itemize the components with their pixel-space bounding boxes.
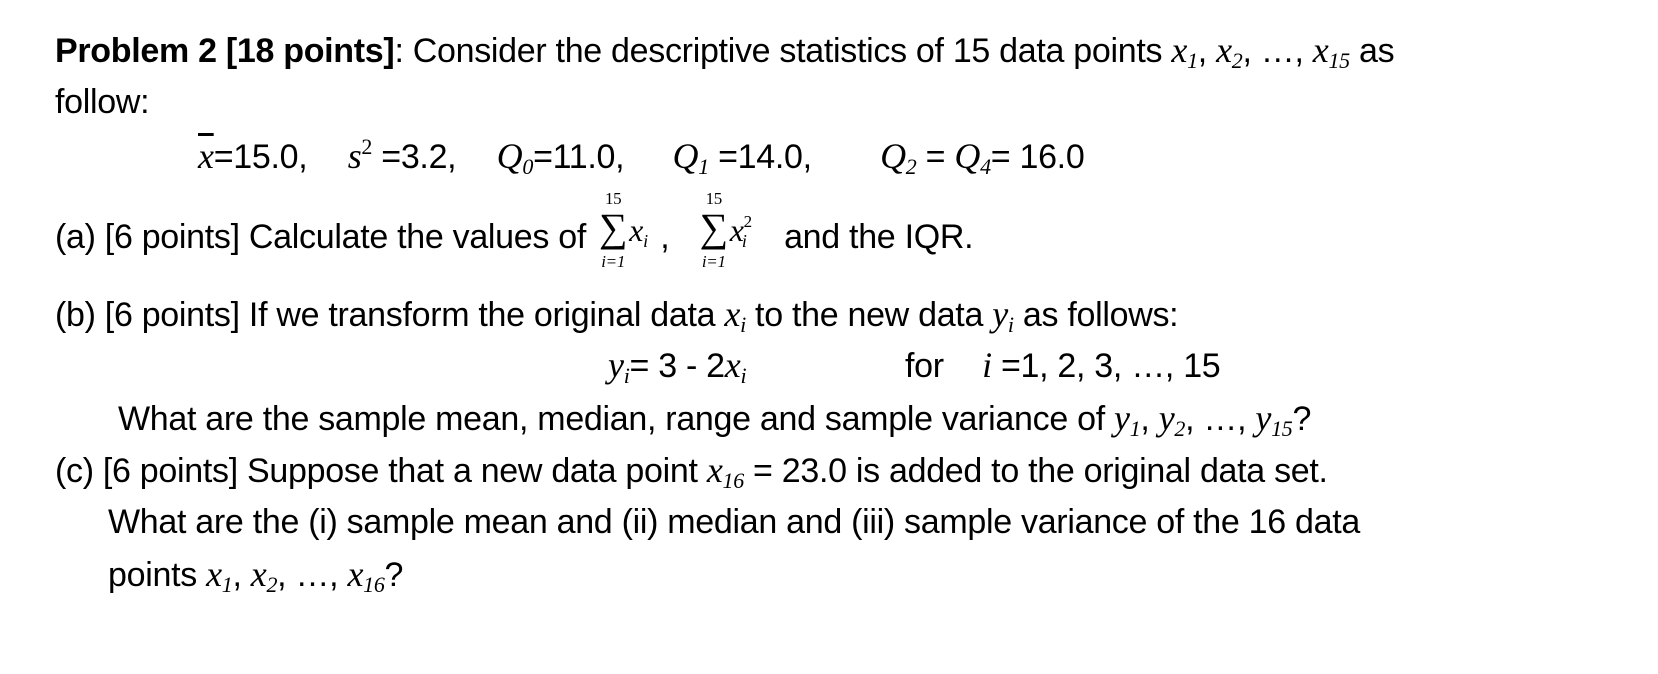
- index-var: i: [982, 345, 992, 385]
- var-x16-end: x16: [347, 554, 385, 597]
- part-c-line: (c) [6 points] Suppose that a new data p…: [55, 450, 1328, 493]
- index-values: =1, 2, 3, …, 15: [991, 347, 1221, 385]
- separator: , …,: [1185, 400, 1256, 438]
- stat-q0: Q0=11.0,: [496, 136, 625, 179]
- intro-text: : Consider the descriptive statistics of…: [394, 32, 1172, 70]
- problem-intro-line: Problem 2 [18 points]: Consider the desc…: [55, 30, 1395, 73]
- for-label: for: [905, 347, 944, 385]
- part-b-line: (b) [6 points] If we transform the origi…: [55, 294, 1179, 337]
- index-range: for i =1, 2, 3, …, 15: [905, 345, 1221, 386]
- intro-follow: follow:: [55, 83, 150, 121]
- part-a-label: (a) [6 points] Calculate the values of: [55, 217, 596, 256]
- part-a-tail: and the IQR.: [784, 217, 974, 256]
- var-xi: xi: [724, 294, 746, 337]
- separator: ,: [1140, 400, 1159, 438]
- var-y15: y15: [1255, 398, 1293, 441]
- part-b-label: (b) [6 points] If we transform the origi…: [55, 296, 725, 334]
- intro-var-x1: x1: [1171, 30, 1198, 73]
- sum-term: xi: [629, 212, 648, 251]
- sum-lower-limit: i=1: [601, 252, 626, 271]
- problem-title: Problem 2 [18 points]: [55, 32, 395, 70]
- part-b-mid: to the new data: [745, 296, 993, 334]
- var-x16: x16: [706, 450, 744, 493]
- part-c-question-line-1: What are the (i) sample mean and (ii) me…: [108, 502, 1360, 542]
- sum-xi-squared: 15 ∑ x2i i=1: [696, 188, 753, 271]
- part-b-question: What are the sample mean, median, range …: [118, 398, 1312, 441]
- stat-variance: s2 =3.2,: [347, 134, 457, 177]
- question-mark: ?: [384, 556, 404, 594]
- stat-mean: x=15.0,: [198, 136, 308, 176]
- part-a-line: (a) [6 points] Calculate the values of 1…: [55, 190, 974, 270]
- part-b-question-text: What are the sample mean, median, range …: [118, 400, 1114, 438]
- sigma-icon: ∑: [599, 205, 628, 250]
- separator: ,: [1197, 32, 1217, 70]
- sum-xi: 15 ∑ xi i=1: [595, 188, 651, 271]
- formula-rhs: = 3 - 2: [629, 347, 726, 385]
- separator: ,: [232, 556, 251, 594]
- var-x1: x1: [206, 554, 233, 597]
- var-y2: y2: [1158, 398, 1186, 441]
- separator: , …,: [1242, 32, 1313, 70]
- statistics-line: x=15.0, s2 =3.2, Q0=11.0, Q1 =14.0, Q2 =…: [198, 134, 1085, 179]
- part-c-question-text: What are the (i) sample mean and (ii) me…: [108, 503, 1361, 541]
- transformation-formula: yi= 3 - 2xi: [608, 345, 747, 388]
- part-c-label: (c) [6 points] Suppose that a new data p…: [55, 452, 707, 490]
- sum-lower-limit: i=1: [701, 252, 726, 271]
- part-c-new-value: = 23.0 is added to the original data set…: [743, 452, 1328, 490]
- part-c-points-label: points: [108, 556, 207, 594]
- part-c-question-line-2: points x1, x2, …, x16?: [108, 554, 404, 597]
- intro-tail: as: [1349, 32, 1395, 70]
- formula-lhs: yi: [608, 345, 630, 388]
- problem-intro-line-2: follow:: [55, 82, 150, 122]
- separator: ,: [651, 217, 670, 256]
- separator: , …,: [277, 556, 348, 594]
- var-x2: x2: [250, 554, 278, 597]
- var-y1: y1: [1114, 398, 1141, 441]
- question-mark: ?: [1292, 400, 1312, 438]
- var-yi: yi: [992, 294, 1014, 337]
- intro-var-x15: x15: [1312, 30, 1350, 73]
- stat-q2-q4: Q2 = Q4= 16.0: [880, 136, 1085, 179]
- sigma-icon: ∑: [699, 205, 729, 250]
- intro-var-x2: x2: [1216, 30, 1243, 73]
- stat-q1: Q1 =14.0,: [672, 136, 813, 179]
- formula-x: xi: [724, 345, 747, 388]
- part-b-tail: as follows:: [1013, 296, 1179, 334]
- sum-term: x2i: [729, 212, 752, 251]
